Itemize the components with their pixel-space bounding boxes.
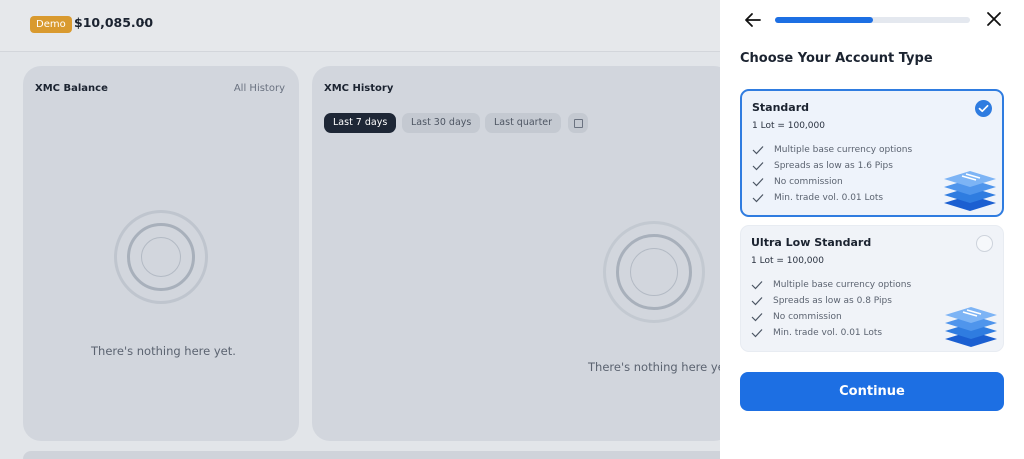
account-type-panel: Choose Your Account Type Standard 1 Lot … (720, 0, 1024, 459)
check-icon (752, 178, 764, 187)
check-icon (751, 281, 763, 290)
filter-last-7-days[interactable]: Last 7 days (324, 113, 397, 133)
radio-unchecked-icon[interactable] (976, 235, 993, 252)
empty-state-icon (603, 221, 705, 323)
balance-card-title: XMC Balance (35, 83, 108, 94)
arrow-left-icon[interactable] (744, 11, 762, 29)
feature-list: Multiple base currency options Spreads a… (752, 142, 912, 206)
option-name: Ultra Low Standard (751, 236, 872, 249)
filter-last-quarter[interactable]: Last quarter (485, 113, 562, 133)
feature-text: Multiple base currency options (773, 280, 912, 290)
radio-checked-icon[interactable] (975, 100, 992, 117)
option-lot-size: 1 Lot = 100,000 (751, 256, 824, 266)
account-option-ultra-low-standard[interactable]: Ultra Low Standard 1 Lot = 100,000 Multi… (740, 225, 1004, 352)
continue-button[interactable]: Continue (740, 372, 1004, 411)
account-option-standard[interactable]: Standard 1 Lot = 100,000 Multiple base c… (740, 89, 1004, 217)
feature-item: Min. trade vol. 0.01 Lots (752, 190, 912, 206)
check-icon (752, 146, 764, 155)
balance-card: XMC Balance All History There's nothing … (23, 66, 299, 441)
history-card: XMC History Last 7 days Last 30 days Las… (312, 66, 733, 441)
feature-item: Spreads as low as 1.6 Pips (752, 158, 912, 174)
layers-stack-icon (944, 171, 996, 211)
check-icon (751, 329, 763, 338)
feature-text: Multiple base currency options (774, 145, 913, 155)
feature-item: No commission (752, 174, 912, 190)
feature-text: Min. trade vol. 0.01 Lots (774, 193, 884, 203)
all-history-link[interactable]: All History (234, 83, 285, 94)
check-icon (752, 162, 764, 171)
feature-text: No commission (773, 312, 842, 322)
progress-bar-fill (775, 17, 873, 23)
progress-bar (775, 17, 970, 23)
panel-title: Choose Your Account Type (740, 51, 933, 66)
chevron-down-icon[interactable]: ⌄ (139, 17, 147, 27)
option-name: Standard (752, 101, 810, 114)
feature-item: Multiple base currency options (752, 142, 912, 158)
check-icon (751, 297, 763, 306)
filter-last-30-days[interactable]: Last 30 days (402, 113, 481, 133)
bottom-card-edge (23, 451, 733, 459)
demo-badge: Demo (30, 16, 72, 33)
feature-text: Spreads as low as 1.6 Pips (774, 161, 893, 171)
calendar-icon[interactable] (568, 113, 588, 133)
history-card-title: XMC History (324, 83, 394, 94)
close-icon[interactable] (985, 10, 1003, 30)
check-icon (751, 313, 763, 322)
feature-item: Multiple base currency options (751, 277, 911, 293)
option-lot-size: 1 Lot = 100,000 (752, 121, 825, 131)
feature-item: Min. trade vol. 0.01 Lots (751, 325, 911, 341)
feature-text: Min. trade vol. 0.01 Lots (773, 328, 883, 338)
balance-empty-text: There's nothing here yet. (91, 344, 236, 358)
layers-stack-icon (945, 307, 997, 347)
history-empty-text: There's nothing here yet. (588, 360, 733, 374)
feature-text: No commission (774, 177, 843, 187)
feature-list: Multiple base currency options Spreads a… (751, 277, 911, 341)
feature-item: No commission (751, 309, 911, 325)
empty-state-icon (114, 210, 208, 304)
check-icon (752, 194, 764, 203)
feature-text: Spreads as low as 0.8 Pips (773, 296, 892, 306)
feature-item: Spreads as low as 0.8 Pips (751, 293, 911, 309)
